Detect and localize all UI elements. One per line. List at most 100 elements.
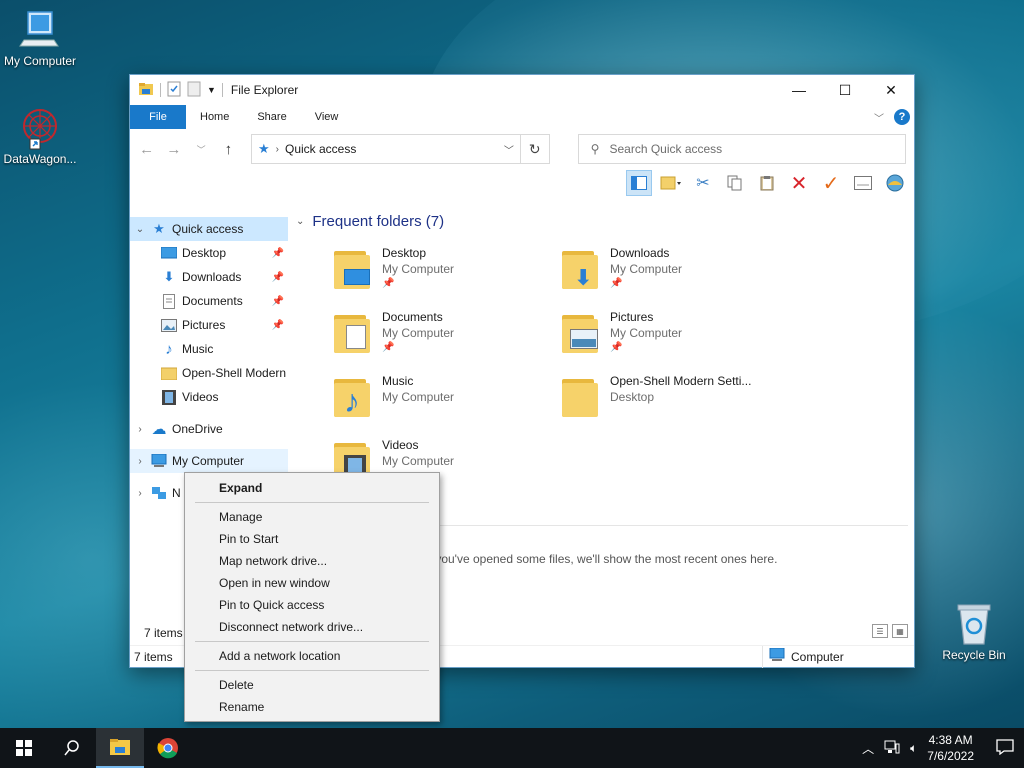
menu-item-expand[interactable]: Expand (185, 477, 439, 499)
nav-my-computer[interactable]: › My Computer (130, 449, 288, 473)
volume-icon[interactable]: 🔈︎ (910, 741, 917, 756)
clock-date: 7/6/2022 (927, 749, 974, 763)
search-button[interactable] (48, 728, 96, 768)
expand-ribbon-icon[interactable]: ﹀ (874, 110, 884, 125)
tab-file[interactable]: File (130, 105, 186, 129)
search-box[interactable]: ⚲ Search Quick access (577, 134, 906, 164)
tab-home[interactable]: Home (186, 105, 243, 129)
properties-check-icon[interactable]: ✓ (818, 170, 844, 196)
properties-icon[interactable] (167, 81, 181, 100)
taskbar-chrome[interactable] (144, 728, 192, 768)
frequent-folders-header[interactable]: ⌄ Frequent folders (7) (290, 207, 914, 235)
menu-item-pin-to-start[interactable]: Pin to Start (185, 528, 439, 550)
clock[interactable]: 4:38 AM 7/6/2022 (927, 732, 974, 764)
recent-locations-icon[interactable]: ﹀ (193, 143, 210, 156)
folder-location: My Computer (382, 262, 455, 276)
folder-tile-desktop[interactable]: Desktop My Computer 📌 (330, 245, 550, 305)
desktop-folder-icon (330, 245, 376, 291)
nav-item-videos[interactable]: Videos (130, 385, 288, 409)
menu-item-disconnect-network-drive[interactable]: Disconnect network drive... (185, 616, 439, 638)
menu-item-delete[interactable]: Delete (185, 674, 439, 696)
nav-item-documents[interactable]: Documents 📌 (130, 289, 288, 313)
downloads-folder-icon: ⬇ (558, 245, 604, 291)
close-button[interactable]: ✕ (868, 75, 914, 105)
back-arrow-icon[interactable]: ← (138, 141, 155, 158)
action-center-icon[interactable] (996, 738, 1014, 758)
taskbar-file-explorer[interactable] (96, 728, 144, 768)
cut-icon[interactable]: ✂ (690, 170, 716, 196)
menu-item-add-network-location[interactable]: Add a network location (185, 645, 439, 667)
folder-location: My Computer (382, 326, 455, 340)
recycle-bin-icon (952, 602, 996, 646)
customize-qat-icon[interactable]: ▼ (207, 85, 216, 95)
desktop-icon-datawagon[interactable]: DataWagon... (0, 106, 80, 166)
desktop-icon-recycle-bin[interactable]: Recycle Bin (934, 602, 1014, 662)
address-bar[interactable]: ★ › Quick access ﹀ (251, 134, 521, 164)
view-options-icon[interactable] (658, 170, 684, 196)
menu-separator (195, 641, 429, 642)
menu-item-rename[interactable]: Rename (185, 696, 439, 718)
nav-label: OneDrive (172, 422, 223, 436)
nav-label: Documents (182, 294, 243, 308)
context-menu: Expand Manage Pin to Start Map network d… (184, 472, 440, 722)
up-arrow-icon[interactable]: ↑ (220, 141, 237, 158)
datawagon-icon (18, 106, 62, 150)
nav-onedrive[interactable]: › ☁ OneDrive (130, 417, 288, 441)
forward-arrow-icon[interactable]: → (165, 141, 182, 158)
help-button[interactable]: ? (894, 109, 910, 125)
navigation-pane-icon[interactable] (626, 170, 652, 196)
menu-item-manage[interactable]: Manage (185, 506, 439, 528)
folder-tile-downloads[interactable]: ⬇ Downloads My Computer 📌 (558, 245, 778, 305)
nav-label: Downloads (182, 270, 242, 284)
chevron-right-icon[interactable]: › (130, 424, 150, 435)
chevron-right-icon[interactable]: › (130, 456, 150, 467)
start-button[interactable] (0, 728, 48, 768)
nav-quick-access[interactable]: ⌄ ★ Quick access (130, 217, 288, 241)
copy-icon[interactable] (722, 170, 748, 196)
details-view-icon[interactable]: ☰ (872, 624, 888, 638)
tab-share[interactable]: Share (243, 105, 300, 129)
minimize-button[interactable]: — (776, 75, 822, 105)
nav-item-desktop[interactable]: Desktop 📌 (130, 241, 288, 265)
nav-item-music[interactable]: ♪ Music (130, 337, 288, 361)
chrome-icon (157, 738, 178, 759)
refresh-button[interactable]: ↻ (520, 134, 550, 164)
network-tray-icon[interactable] (884, 740, 900, 757)
item-count-inner: 7 items (144, 626, 183, 640)
desktop-icon-label: Recycle Bin (942, 648, 1006, 662)
windows-logo-icon (16, 740, 32, 756)
document-icon (160, 293, 178, 309)
tab-view[interactable]: View (301, 105, 353, 129)
desktop-icon-my-computer[interactable]: My Computer (0, 8, 80, 68)
collapse-chevron-icon[interactable]: ⌄ (296, 216, 304, 227)
delete-icon[interactable]: ✕ (786, 170, 812, 196)
nav-label: Videos (182, 390, 219, 404)
paste-icon[interactable] (754, 170, 780, 196)
address-dropdown-icon[interactable]: ﹀ (504, 142, 514, 157)
chevron-down-icon[interactable]: ⌄ (130, 224, 150, 235)
show-hidden-icons-icon[interactable]: ︿ (862, 740, 874, 757)
view-buttons: ☰ ▦ (872, 624, 908, 638)
shell-settings-icon[interactable] (882, 170, 908, 196)
large-icons-view-icon[interactable]: ▦ (892, 624, 908, 638)
folder-tile-pictures[interactable]: Pictures My Computer 📌 (558, 309, 778, 369)
folder-tile-documents[interactable]: Documents My Computer 📌 (330, 309, 550, 369)
folder-tile-open-shell[interactable]: Open-Shell Modern Setti... Desktop (558, 373, 778, 433)
new-folder-icon[interactable] (187, 81, 201, 100)
nav-item-pictures[interactable]: Pictures 📌 (130, 313, 288, 337)
folder-name: Videos (382, 438, 419, 452)
email-icon[interactable] (850, 170, 876, 196)
nav-label: Desktop (182, 246, 227, 260)
menu-item-open-new-window[interactable]: Open in new window (185, 572, 439, 594)
desktop-icon-label: My Computer (3, 54, 77, 68)
maximize-button[interactable]: ☐ (822, 75, 868, 105)
nav-item-downloads[interactable]: ⬇ Downloads 📌 (130, 265, 288, 289)
menu-item-map-network-drive[interactable]: Map network drive... (185, 550, 439, 572)
folder-tile-music[interactable]: ♪ Music My Computer (330, 373, 550, 433)
nav-item-open-shell[interactable]: Open-Shell Modern (130, 361, 288, 385)
pictures-icon (160, 317, 178, 333)
menu-item-pin-quick-access[interactable]: Pin to Quick access (185, 594, 439, 616)
chevron-right-icon[interactable]: › (130, 488, 150, 499)
clock-time: 4:38 AM (928, 733, 973, 747)
music-folder-icon: ♪ (330, 373, 376, 419)
